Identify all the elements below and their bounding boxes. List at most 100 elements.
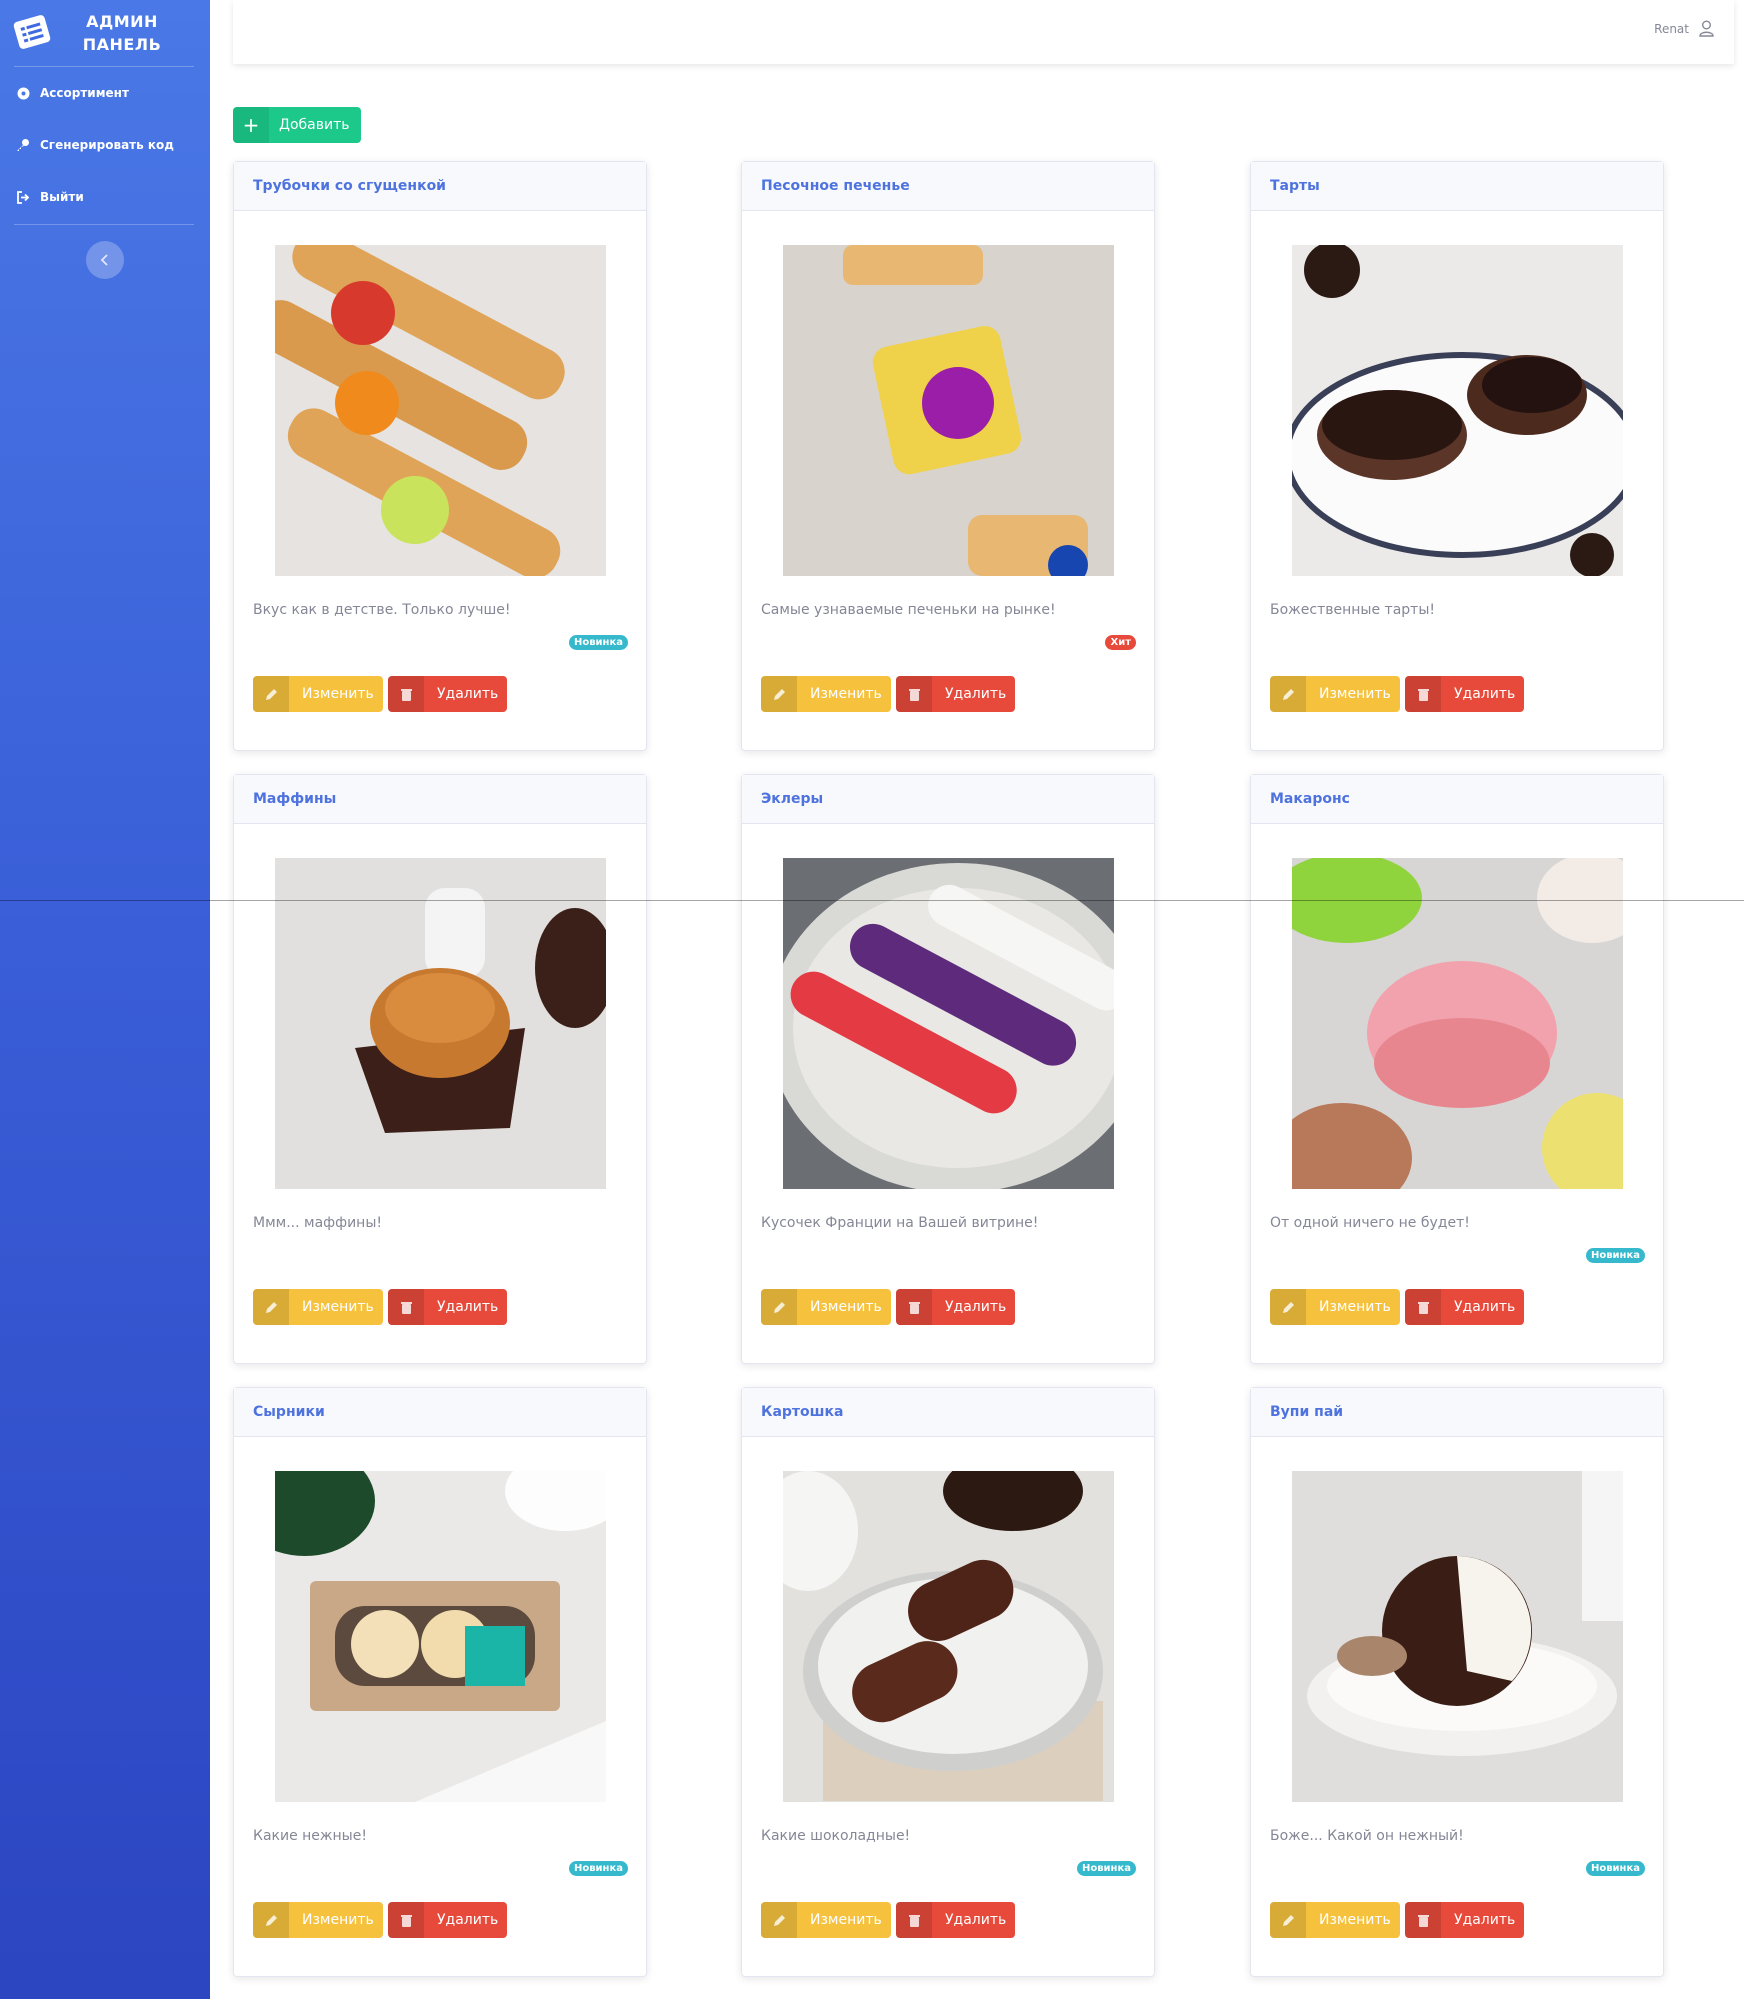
delete-button[interactable]: Удалить bbox=[1405, 676, 1524, 712]
edit-button-label: Изменить bbox=[810, 686, 882, 702]
card-description: Вкус как в детстве. Только лучше! bbox=[253, 602, 511, 618]
card-description: Какие шоколадные! bbox=[761, 1828, 911, 1844]
delete-button-label: Удалить bbox=[945, 686, 1007, 702]
edit-button-label: Изменить bbox=[810, 1299, 882, 1315]
product-image bbox=[783, 1471, 1114, 1802]
delete-button-label: Удалить bbox=[1454, 1299, 1516, 1315]
plus-icon: + bbox=[233, 107, 269, 143]
card-description: Кусочек Франции на Вашей витрине! bbox=[761, 1215, 1039, 1231]
trash-icon bbox=[388, 1289, 424, 1325]
edit-button[interactable]: Изменить bbox=[253, 1289, 383, 1325]
edit-button[interactable]: Изменить bbox=[1270, 1902, 1400, 1938]
badge-new: Новинка bbox=[1585, 1248, 1645, 1263]
card-description: Ммм... маффины! bbox=[253, 1215, 383, 1231]
add-button-label: Добавить bbox=[279, 117, 350, 133]
list-card-icon bbox=[13, 15, 51, 49]
delete-button-label: Удалить bbox=[1454, 1912, 1516, 1928]
product-image bbox=[783, 245, 1114, 576]
user-menu[interactable]: Renat bbox=[1654, 20, 1714, 37]
delete-button[interactable]: Удалить bbox=[388, 1289, 507, 1325]
edit-button-label: Изменить bbox=[1319, 1299, 1391, 1315]
add-product-button[interactable]: + Добавить bbox=[233, 107, 361, 143]
brand-line-2: ПАНЕЛЬ bbox=[82, 35, 162, 54]
product-image bbox=[783, 858, 1114, 1189]
pencil-icon bbox=[761, 1902, 797, 1938]
delete-button[interactable]: Удалить bbox=[1405, 1289, 1524, 1325]
delete-button-label: Удалить bbox=[437, 686, 499, 702]
edit-button-label: Изменить bbox=[810, 1912, 882, 1928]
card-title: Картошка bbox=[742, 1388, 1154, 1437]
trash-icon bbox=[1405, 1289, 1441, 1325]
product-image bbox=[1292, 245, 1623, 576]
delete-button[interactable]: Удалить bbox=[388, 1902, 507, 1938]
product-card: Маффины Ммм... маффины! Изменить Удалить bbox=[233, 774, 647, 1364]
product-image bbox=[1292, 1471, 1623, 1802]
badge-new: Новинка bbox=[568, 1861, 628, 1876]
edit-button[interactable]: Изменить bbox=[761, 1289, 891, 1325]
pencil-icon bbox=[253, 1902, 289, 1938]
edit-button-label: Изменить bbox=[1319, 686, 1391, 702]
pencil-icon bbox=[253, 1289, 289, 1325]
delete-button[interactable]: Удалить bbox=[896, 1289, 1015, 1325]
sidebar-item-label: Выйти bbox=[40, 190, 84, 204]
pencil-icon bbox=[761, 1289, 797, 1325]
product-card: Картошка Какие шоколадные! Новинка Измен… bbox=[741, 1387, 1155, 1977]
brand[interactable]: АДМИН ПАНЕЛЬ bbox=[0, 0, 210, 66]
edit-button[interactable]: Изменить bbox=[253, 1902, 383, 1938]
product-card: Тарты Божественные тарты! Изменить Удали… bbox=[1250, 161, 1664, 751]
product-image bbox=[275, 245, 606, 576]
card-title: Песочное печенье bbox=[742, 162, 1154, 211]
edit-button-label: Изменить bbox=[302, 1912, 374, 1928]
sidebar-item-label: Ассортимент bbox=[40, 86, 129, 100]
sidebar-item-assortment[interactable]: Ассортимент bbox=[14, 81, 129, 105]
card-title: Вупи пай bbox=[1251, 1388, 1663, 1437]
trash-icon bbox=[1405, 676, 1441, 712]
product-card: Макаронс От одной ничего не будет! Новин… bbox=[1250, 774, 1664, 1364]
card-description: Какие нежные! bbox=[253, 1828, 367, 1844]
edit-button[interactable]: Изменить bbox=[1270, 676, 1400, 712]
delete-button-label: Удалить bbox=[945, 1912, 1007, 1928]
badge-new: Новинка bbox=[568, 635, 628, 650]
user-name: Renat bbox=[1654, 21, 1689, 36]
delete-button-label: Удалить bbox=[945, 1299, 1007, 1315]
pencil-icon bbox=[761, 676, 797, 712]
screen-divider-line bbox=[0, 900, 1744, 901]
delete-button[interactable]: Удалить bbox=[388, 676, 507, 712]
product-image bbox=[1292, 858, 1623, 1189]
pencil-icon bbox=[1270, 1289, 1306, 1325]
brand-title: АДМИН ПАНЕЛЬ bbox=[62, 10, 182, 56]
edit-button[interactable]: Изменить bbox=[253, 676, 383, 712]
card-title: Сырники bbox=[234, 1388, 646, 1437]
edit-button[interactable]: Изменить bbox=[1270, 1289, 1400, 1325]
card-description: Божественные тарты! bbox=[1270, 602, 1435, 618]
card-title: Тарты bbox=[1251, 162, 1663, 211]
card-description: Боже... Какой он нежный! bbox=[1270, 1828, 1464, 1844]
sidebar-divider bbox=[14, 66, 194, 67]
user-icon bbox=[1699, 20, 1714, 37]
trash-icon bbox=[896, 1902, 932, 1938]
sidebar: АДМИН ПАНЕЛЬ Ассортимент Сгенерировать к… bbox=[0, 0, 210, 1999]
edit-button[interactable]: Изменить bbox=[761, 676, 891, 712]
card-description: Самые узнаваемые печеньки на рынке! bbox=[761, 602, 1056, 618]
edit-button[interactable]: Изменить bbox=[761, 1902, 891, 1938]
sidebar-divider bbox=[14, 224, 194, 225]
delete-button-label: Удалить bbox=[437, 1912, 499, 1928]
topbar: Renat bbox=[233, 0, 1734, 64]
circle-icon bbox=[14, 84, 32, 102]
badge-hit: Хит bbox=[1105, 635, 1136, 650]
pencil-icon bbox=[1270, 1902, 1306, 1938]
sidebar-item-logout[interactable]: Выйти bbox=[14, 185, 84, 209]
pencil-icon bbox=[1270, 676, 1306, 712]
badge-new: Новинка bbox=[1585, 1861, 1645, 1876]
sidebar-toggle-button[interactable] bbox=[86, 241, 124, 279]
sidebar-item-generate-code[interactable]: Сгенерировать код bbox=[14, 133, 174, 157]
pencil-icon bbox=[253, 676, 289, 712]
card-title: Маффины bbox=[234, 775, 646, 824]
product-card: Вупи пай Боже... Какой он нежный! Новинк… bbox=[1250, 1387, 1664, 1977]
delete-button[interactable]: Удалить bbox=[896, 1902, 1015, 1938]
edit-button-label: Изменить bbox=[1319, 1912, 1391, 1928]
key-icon bbox=[14, 136, 32, 154]
delete-button[interactable]: Удалить bbox=[1405, 1902, 1524, 1938]
delete-button[interactable]: Удалить bbox=[896, 676, 1015, 712]
card-description: От одной ничего не будет! bbox=[1270, 1215, 1470, 1231]
